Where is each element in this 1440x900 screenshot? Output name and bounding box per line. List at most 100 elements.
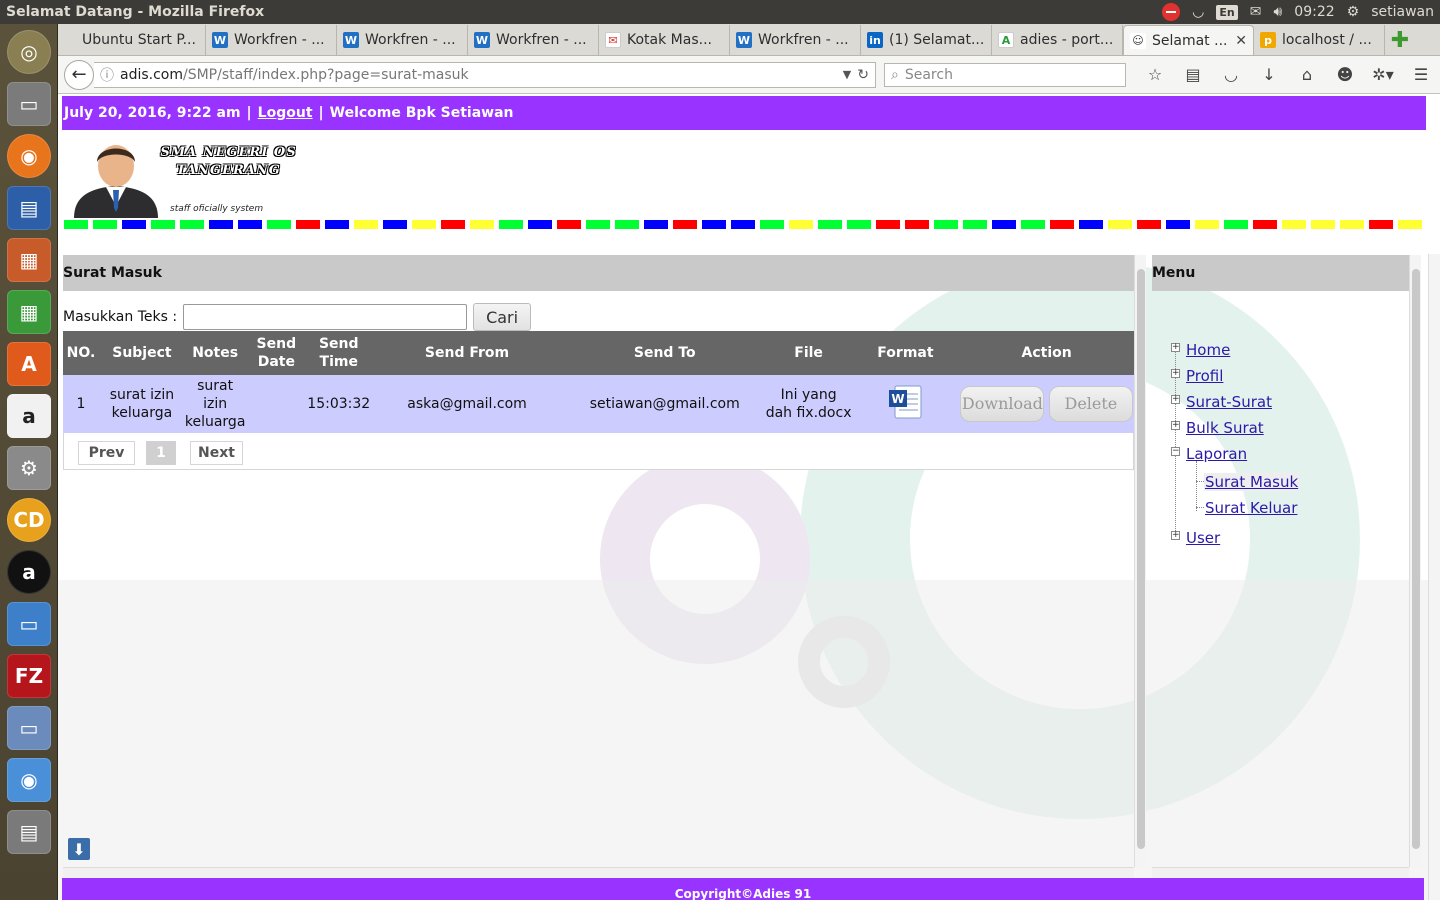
tab-7[interactable]: A adies - port...	[992, 25, 1123, 55]
scroll-thumb[interactable]	[1412, 269, 1420, 849]
cell-no: 1	[63, 375, 99, 433]
pma-icon: p	[1260, 32, 1276, 48]
expand-plus-icon[interactable]: +	[1171, 369, 1180, 378]
menu-surat-keluar[interactable]: Surat Keluar	[1205, 499, 1297, 517]
stripe-segment	[1282, 220, 1306, 229]
filezilla-icon[interactable]: FZ	[7, 654, 51, 698]
table-row: 1 surat izin keluarga surat izin keluarg…	[63, 375, 1134, 433]
impress-icon[interactable]: ▦	[7, 238, 51, 282]
scroll-thumb[interactable]	[1137, 269, 1145, 849]
download-arrow-icon[interactable]: ⬇	[68, 838, 90, 860]
expand-plus-icon[interactable]: +	[1171, 395, 1180, 404]
stripe-segment	[93, 220, 117, 229]
clock[interactable]: 09:22	[1294, 4, 1334, 20]
back-arrow-icon[interactable]: ←	[64, 59, 94, 90]
tab-0[interactable]: Ubuntu Start P...	[58, 25, 206, 55]
pocket-icon[interactable]: ◡	[1212, 60, 1250, 90]
menu-surat-masuk[interactable]: Surat Masuk	[1204, 473, 1300, 491]
download-icon[interactable]: ↓	[1250, 60, 1288, 90]
search-form: Masukkan Teks : Cari	[63, 303, 532, 331]
url-bar[interactable]: ⓘ adis.com /SMP/staff/index.php?page=sur…	[94, 61, 876, 88]
settings-gear-icon[interactable]: ⚙	[1347, 4, 1360, 20]
mail-icon[interactable]: ✉	[1250, 4, 1262, 20]
home-icon[interactable]: ⌂	[1288, 60, 1326, 90]
next-button[interactable]: Next	[190, 441, 243, 465]
wifi-icon[interactable]: ◡	[1192, 4, 1204, 20]
expand-plus-icon[interactable]: +	[1171, 531, 1180, 540]
app-a-icon[interactable]: a	[7, 550, 51, 594]
reload-icon[interactable]: ↻	[857, 67, 869, 83]
tab-4[interactable]: ✉ Kotak Mas...	[599, 25, 730, 55]
page-footer: Copyright©Adies 91	[62, 878, 1424, 900]
menu-profil[interactable]: Profil	[1186, 367, 1223, 385]
software-center-icon[interactable]: A	[7, 342, 51, 386]
logout-link[interactable]: Logout	[258, 105, 313, 121]
user-name[interactable]: setiawan	[1371, 4, 1434, 20]
page-vertical-scrollbar[interactable]	[1428, 254, 1440, 900]
tab-1[interactable]: W Workfren - ...	[206, 25, 337, 55]
search-button[interactable]: Cari	[473, 303, 532, 331]
calc-icon[interactable]: ▦	[7, 290, 51, 334]
launcher-app-icon-4[interactable]: ▤	[7, 810, 51, 854]
launcher-app-icon[interactable]: ▭	[7, 602, 51, 646]
cd-icon[interactable]: CD	[7, 498, 51, 542]
tab-6[interactable]: in (1) Selamat...	[861, 25, 992, 55]
tab-2[interactable]: W Workfren - ...	[337, 25, 468, 55]
indicator-area: ◡ En ✉ 🔊︎ 09:22 ⚙ setiawan	[1162, 3, 1440, 21]
update-stop-icon[interactable]	[1162, 3, 1181, 21]
stripe-segment	[905, 220, 929, 229]
page-1-button[interactable]: 1	[146, 441, 176, 465]
stripe-segment	[615, 220, 639, 229]
bookmark-star-icon[interactable]: ☆	[1136, 60, 1174, 90]
menu-surat-surat[interactable]: Surat-Surat	[1186, 393, 1272, 411]
tab-9[interactable]: p localhost / ...	[1254, 25, 1385, 55]
launcher-app-icon-3[interactable]: ◉	[7, 758, 51, 802]
cell-send-to: setiawan@gmail.com	[563, 375, 766, 433]
dash-home-icon[interactable]: ◎	[7, 30, 51, 74]
tab-3[interactable]: W Workfren - ...	[468, 25, 599, 55]
stripe-segment	[1137, 220, 1161, 229]
site-info-icon[interactable]: ⓘ	[100, 65, 114, 85]
col-header: Send From	[370, 331, 564, 375]
menu-user[interactable]: User	[1186, 529, 1220, 547]
download-button[interactable]: Download	[960, 386, 1045, 422]
url-host: adis.com	[120, 66, 183, 83]
new-tab-plus-icon[interactable]: ✚	[1385, 25, 1415, 55]
tab-5[interactable]: W Workfren - ...	[730, 25, 861, 55]
tab-8-active[interactable]: ☺ Selamat ... ✕	[1123, 25, 1254, 55]
close-tab-icon[interactable]: ✕	[1235, 33, 1247, 49]
amazon-icon[interactable]: a	[7, 394, 51, 438]
volume-icon[interactable]: 🔊︎	[1273, 4, 1282, 20]
col-header: Send Time	[307, 331, 371, 375]
menu-home[interactable]: Home	[1186, 341, 1230, 359]
chat-icon[interactable]: ☻	[1326, 60, 1364, 90]
col-header: Send To	[563, 331, 766, 375]
main-panel: Surat Masuk Masukkan Teks : Cari NO. Sub…	[63, 255, 1146, 879]
writer-icon[interactable]: ▤	[7, 186, 51, 230]
collapse-minus-icon[interactable]: −	[1171, 447, 1180, 456]
unity-launcher: ◎ ▭ ◉ ▤ ▦ ▦ A a ⚙ CD a ▭ FZ ▭ ◉ ▤	[0, 24, 58, 900]
reading-list-icon[interactable]: ▤	[1174, 60, 1212, 90]
keyboard-language-indicator[interactable]: En	[1216, 4, 1238, 20]
search-bar[interactable]: ⌕ Search	[884, 62, 1126, 87]
hamburger-menu-icon[interactable]: ☰	[1402, 60, 1440, 90]
stripe-segment	[122, 220, 146, 229]
extension-icon[interactable]: ✲▾	[1364, 60, 1402, 90]
search-text-input[interactable]	[183, 304, 468, 330]
menu-laporan[interactable]: Laporan	[1186, 445, 1247, 463]
system-settings-icon[interactable]: ⚙	[7, 446, 51, 490]
menu-bulk-surat[interactable]: Bulk Surat	[1186, 419, 1264, 437]
main-vertical-scrollbar[interactable]	[1134, 255, 1146, 867]
launcher-app-icon-2[interactable]: ▭	[7, 706, 51, 750]
cell-notes: surat izin keluarga	[184, 375, 245, 433]
expand-plus-icon[interactable]: +	[1171, 421, 1180, 430]
url-dropdown-icon[interactable]: ▼	[843, 68, 851, 81]
prev-button[interactable]: Prev	[78, 441, 135, 465]
delete-button[interactable]: Delete	[1048, 386, 1133, 422]
pagination: Prev 1 Next	[63, 433, 1134, 470]
files-icon[interactable]: ▭	[7, 82, 51, 126]
table-header-row: NO. Subject Notes Send Date Send Time Se…	[63, 331, 1134, 375]
expand-plus-icon[interactable]: +	[1171, 343, 1180, 352]
menu-vertical-scrollbar[interactable]	[1409, 255, 1421, 867]
firefox-icon[interactable]: ◉	[7, 134, 51, 178]
